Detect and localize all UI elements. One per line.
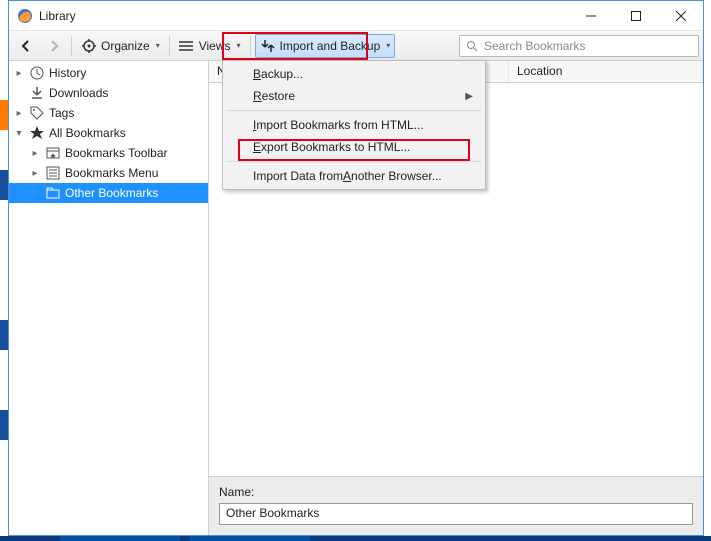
titlebar[interactable]: Library [9, 1, 703, 31]
views-label: Views [199, 39, 231, 53]
organize-label: Organize [101, 39, 150, 53]
search-icon [466, 40, 478, 52]
tree-label: Bookmarks Menu [65, 166, 158, 180]
expand-icon[interactable]: ▸ [13, 68, 25, 79]
dropdown-caret-icon: ▾ [237, 41, 241, 50]
dropdown-caret-icon: ▾ [156, 41, 160, 50]
menu-separator [227, 161, 481, 162]
menu-backup[interactable]: Backup... [225, 63, 483, 85]
download-icon [29, 85, 45, 101]
details-panel: Name: Other Bookmarks [209, 476, 703, 535]
views-menu[interactable]: Views ▾ [174, 34, 246, 58]
star-icon [29, 125, 45, 141]
column-header-location[interactable]: Location [509, 61, 703, 82]
details-name-input[interactable]: Other Bookmarks [219, 503, 693, 525]
expand-icon[interactable]: ▸ [13, 108, 25, 119]
toolbar-icon [45, 145, 61, 161]
menu-icon [45, 165, 61, 181]
close-button[interactable] [658, 1, 703, 30]
minimize-button[interactable] [568, 1, 613, 30]
submenu-arrow-icon: ▶ [465, 91, 473, 102]
expand-icon[interactable]: ▸ [29, 168, 41, 179]
import-backup-dropdown: Backup... Restore ▶ Import Bookmarks fro… [222, 60, 486, 190]
toolbar: Organize ▾ Views ▾ Import and Backup ▾ S… [9, 31, 703, 61]
collapse-icon[interactable]: ▾ [13, 128, 25, 139]
tree-label: Other Bookmarks [65, 186, 158, 200]
menu-restore[interactable]: Restore ▶ [225, 85, 483, 107]
import-backup-menu[interactable]: Import and Backup ▾ [255, 34, 396, 58]
taskbar-strip [0, 536, 711, 541]
firefox-icon [17, 8, 33, 24]
back-button[interactable] [13, 34, 39, 58]
dropdown-caret-icon: ▾ [386, 41, 390, 50]
menu-separator [227, 110, 481, 111]
tree-pane: ▸ History Downloads ▸ Tags ▾ All Bookmar… [9, 61, 209, 535]
import-backup-label: Import and Backup [280, 39, 381, 53]
tree-item-tags[interactable]: ▸ Tags [9, 103, 208, 123]
search-input[interactable]: Search Bookmarks [459, 35, 699, 57]
maximize-button[interactable] [613, 1, 658, 30]
tree-item-all-bookmarks[interactable]: ▾ All Bookmarks [9, 123, 208, 143]
menu-import-browser[interactable]: Import Data from Another Browser... [225, 165, 483, 187]
tree-label: Tags [49, 106, 74, 120]
tree-item-other-bookmarks[interactable]: Other Bookmarks [9, 183, 208, 203]
tree-item-bookmarks-menu[interactable]: ▸ Bookmarks Menu [9, 163, 208, 183]
background-strip [0, 0, 8, 541]
expand-icon[interactable]: ▸ [29, 148, 41, 159]
tree-label: All Bookmarks [49, 126, 126, 140]
tree-item-bookmarks-toolbar[interactable]: ▸ Bookmarks Toolbar [9, 143, 208, 163]
tree-label: Downloads [49, 86, 108, 100]
folder-icon [45, 185, 61, 201]
window-title: Library [39, 9, 568, 23]
tree-item-downloads[interactable]: Downloads [9, 83, 208, 103]
tree-label: History [49, 66, 86, 80]
tree-item-history[interactable]: ▸ History [9, 63, 208, 83]
forward-button[interactable] [41, 34, 67, 58]
tag-icon [29, 105, 45, 121]
search-placeholder: Search Bookmarks [484, 39, 585, 53]
clock-icon [29, 65, 45, 81]
details-name-label: Name: [219, 485, 693, 499]
organize-menu[interactable]: Organize ▾ [76, 34, 165, 58]
tree-label: Bookmarks Toolbar [65, 146, 168, 160]
menu-import-html[interactable]: Import Bookmarks from HTML... [225, 114, 483, 136]
menu-export-html[interactable]: Export Bookmarks to HTML... [225, 136, 483, 158]
